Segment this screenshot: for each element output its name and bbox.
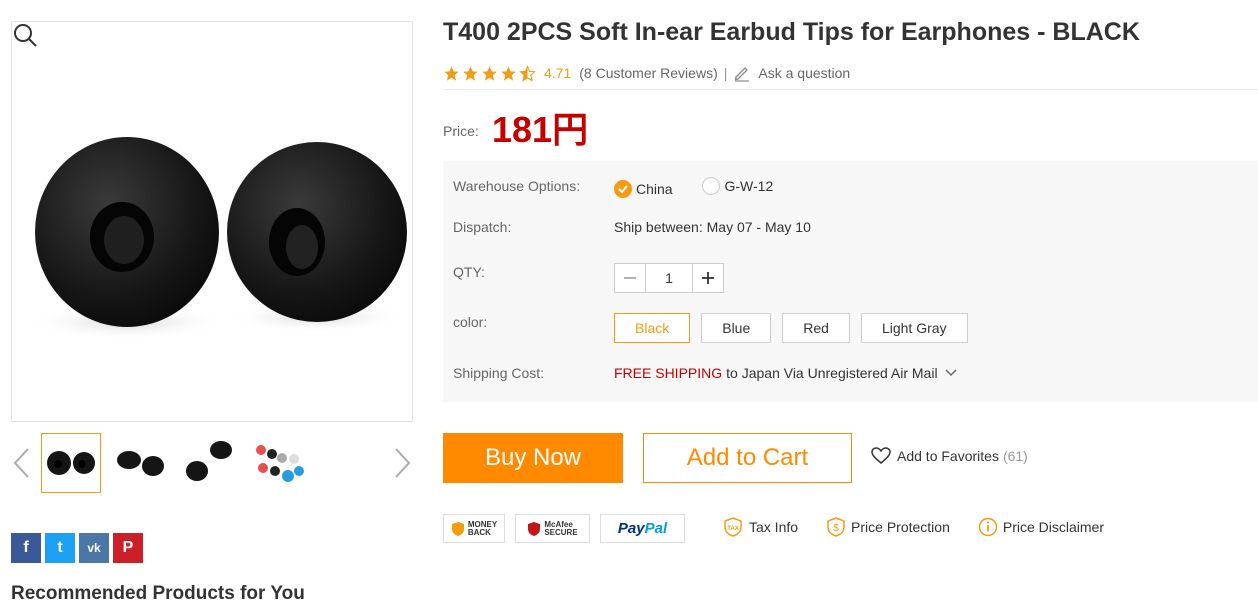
rating-row: 4.71 (8 Customer Reviews) | Ask a questi… <box>443 63 850 83</box>
tax-info-label: Tax Info <box>749 519 799 535</box>
favorites-count: (61) <box>1002 448 1028 464</box>
thumbnail-1[interactable] <box>41 433 101 493</box>
paypal-text-2: Pal <box>644 520 668 537</box>
main-product-image[interactable] <box>11 21 413 422</box>
qty-label: QTY: <box>453 264 485 280</box>
rating-value: 4.71 <box>544 65 572 81</box>
earbud-tips-image <box>27 137 407 340</box>
svg-text:TAX: TAX <box>727 526 739 532</box>
paypal-text-1: Pay <box>617 520 645 537</box>
facebook-icon[interactable]: f <box>11 533 41 563</box>
quantity-input[interactable] <box>645 264 693 292</box>
plus-icon <box>702 272 714 284</box>
color-label: color: <box>453 314 488 330</box>
favorites-label: Add to Favorites <box>897 448 999 464</box>
warehouse-options: China G-W-12 <box>614 177 799 198</box>
product-page: f t vk P Recommended Products for You T4… <box>0 0 1258 603</box>
shipping-method-text: to Japan Via Unregistered Air Mail <box>726 365 938 381</box>
trust-badges: MONEY BACK McAfee SECURE PayPal <box>443 514 685 543</box>
chevron-right-icon[interactable] <box>391 446 413 480</box>
pencil-icon <box>735 67 750 82</box>
vk-icon[interactable]: vk <box>79 533 109 563</box>
price-disclaimer-label: Price Disclaimer <box>1002 519 1104 535</box>
thumbnail-strip <box>11 432 413 494</box>
ask-question-link[interactable]: Ask a question <box>733 64 850 82</box>
options-panel: Warehouse Options: China G-W-12 Dispatch… <box>443 161 1258 402</box>
price-label: Price: <box>443 123 479 139</box>
twitter-icon[interactable]: t <box>45 533 75 563</box>
quantity-stepper <box>614 263 724 293</box>
shipping-label: Shipping Cost: <box>453 365 545 381</box>
ask-question-label: Ask a question <box>758 65 851 81</box>
color-option-blue[interactable]: Blue <box>701 313 772 343</box>
radio-icon <box>702 177 721 195</box>
mcafee-text-2: SECURE <box>544 527 578 537</box>
dispatch-value: Ship between: May 07 - May 10 <box>614 219 811 235</box>
money-back-badge: MONEY BACK <box>443 514 505 543</box>
color-option-black[interactable]: Black <box>614 313 691 343</box>
minus-icon <box>624 277 636 279</box>
star-icon <box>482 65 497 81</box>
chevron-left-icon[interactable] <box>11 446 33 480</box>
star-icon <box>501 65 516 81</box>
add-to-cart-button[interactable]: Add to Cart <box>643 433 852 483</box>
product-title: T400 2PCS Soft In-ear Earbud Tips for Ea… <box>443 18 1140 46</box>
dollar-shield-icon: $ <box>827 517 845 537</box>
warehouse-label-gw12: G-W-12 <box>724 178 774 194</box>
warehouse-option-gw12[interactable]: G-W-12 <box>702 177 773 195</box>
price-protection-link[interactable]: $ Price Protection <box>826 516 950 538</box>
warehouse-option-china[interactable]: China <box>614 180 673 198</box>
share-buttons: f t vk P <box>11 533 143 563</box>
recommended-heading: Recommended Products for You <box>11 583 305 603</box>
info-links: TAX Tax Info $ Price Protection Price Di… <box>722 516 1132 538</box>
star-icon <box>444 65 459 81</box>
money-back-text-2: BACK <box>467 527 491 537</box>
price-disclaimer-link[interactable]: Price Disclaimer <box>978 517 1104 537</box>
dispatch-label: Dispatch: <box>453 219 512 235</box>
qty-increment-button[interactable] <box>693 264 723 292</box>
chevron-down-icon[interactable] <box>944 368 958 378</box>
paypal-badge: PayPal <box>600 514 685 543</box>
star-rating <box>443 64 536 82</box>
tax-info-link[interactable]: TAX Tax Info <box>722 516 798 538</box>
thumbnail-3[interactable] <box>181 433 241 493</box>
buy-now-button[interactable]: Buy Now <box>443 433 623 483</box>
heart-icon <box>871 447 891 464</box>
shipping-value: FREE SHIPPING to Japan Via Unregistered … <box>614 365 958 381</box>
zoom-icon[interactable] <box>12 22 38 48</box>
tax-shield-icon: TAX <box>724 517 742 537</box>
mcafee-badge: McAfee SECURE <box>515 514 590 543</box>
divider <box>443 89 1258 90</box>
thumbnail-2[interactable] <box>111 433 171 493</box>
svg-text:$: $ <box>833 523 839 534</box>
price-protection-label: Price Protection <box>851 519 950 535</box>
color-option-red[interactable]: Red <box>782 313 850 343</box>
star-icon <box>463 65 478 81</box>
color-option-light-gray[interactable]: Light Gray <box>860 313 968 343</box>
pinterest-icon[interactable]: P <box>113 533 143 563</box>
warehouse-label-china: China <box>636 181 673 197</box>
free-shipping-text: FREE SHIPPING <box>614 365 723 381</box>
check-icon <box>614 180 632 198</box>
qty-decrement-button[interactable] <box>615 264 645 292</box>
color-options: Black Blue Red Light Gray <box>614 313 968 343</box>
reviews-link[interactable]: (8 Customer Reviews) <box>579 65 717 81</box>
star-half-icon <box>519 64 536 82</box>
shield-icon <box>451 521 464 536</box>
thumbnail-4[interactable] <box>251 433 311 493</box>
add-to-favorites-button[interactable]: Add to Favorites (61) <box>871 447 1028 465</box>
info-icon <box>978 517 998 537</box>
separator: | <box>723 65 728 81</box>
mcafee-shield-icon <box>528 521 541 536</box>
price-value: 181円 <box>492 109 589 150</box>
warehouse-label: Warehouse Options: <box>453 178 581 194</box>
